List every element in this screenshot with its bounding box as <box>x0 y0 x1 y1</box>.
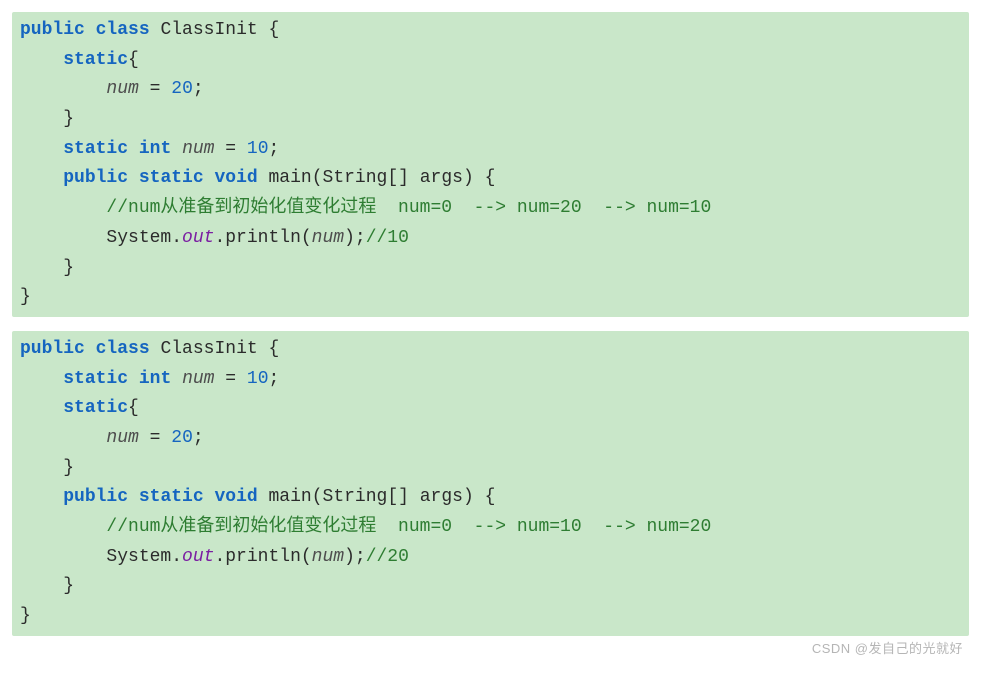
keyword: static <box>139 487 204 507</box>
number: 20 <box>171 79 193 99</box>
brace: } <box>63 458 74 478</box>
number: 20 <box>171 428 193 448</box>
op: = <box>225 139 236 159</box>
class-name: ClassInit <box>160 339 257 359</box>
op: = <box>150 79 161 99</box>
call: .println( <box>214 228 311 248</box>
semi: ; <box>193 428 204 448</box>
comment: //10 <box>366 228 409 248</box>
semi: ; <box>193 79 204 99</box>
brace: { <box>128 398 139 418</box>
params: (String[] args) <box>312 168 474 188</box>
keyword: static <box>63 139 128 159</box>
code-block-2: public class ClassInit { static int num … <box>12 331 969 636</box>
keyword: public <box>63 168 128 188</box>
semi: ; <box>269 369 280 389</box>
params: (String[] args) <box>312 487 474 507</box>
op: = <box>150 428 161 448</box>
keyword: public <box>20 20 85 40</box>
brace: } <box>20 606 31 626</box>
brace: { <box>485 168 496 188</box>
keyword: static <box>63 369 128 389</box>
comment: //num从准备到初始化值变化过程 num=0 --> num=10 --> n… <box>106 517 711 537</box>
field: out <box>182 228 214 248</box>
op: = <box>225 369 236 389</box>
method-name: main <box>269 168 312 188</box>
field: out <box>182 547 214 567</box>
code-block-1: public class ClassInit { static{ num = 2… <box>12 12 969 317</box>
keyword: int <box>139 369 171 389</box>
keyword: void <box>214 168 257 188</box>
brace: { <box>128 50 139 70</box>
watermark: CSDN @发自己的光就好 <box>812 638 963 659</box>
brace: } <box>63 576 74 596</box>
method-name: main <box>269 487 312 507</box>
brace: } <box>63 258 74 278</box>
call-end: ); <box>344 228 366 248</box>
brace: { <box>268 339 279 359</box>
keyword: class <box>96 20 150 40</box>
keyword: static <box>63 50 128 70</box>
keyword: static <box>139 168 204 188</box>
keyword: int <box>139 139 171 159</box>
comment: //num从准备到初始化值变化过程 num=0 --> num=20 --> n… <box>106 198 711 218</box>
identifier: num <box>106 428 138 448</box>
keyword: void <box>214 487 257 507</box>
identifier: num <box>312 547 344 567</box>
call: System. <box>106 547 182 567</box>
keyword: public <box>63 487 128 507</box>
keyword: class <box>96 339 150 359</box>
keyword: public <box>20 339 85 359</box>
number: 10 <box>247 139 269 159</box>
number: 10 <box>247 369 269 389</box>
class-name: ClassInit <box>160 20 257 40</box>
identifier: num <box>106 79 138 99</box>
identifier: num <box>182 369 214 389</box>
call: .println( <box>214 547 311 567</box>
brace: } <box>63 109 74 129</box>
identifier: num <box>182 139 214 159</box>
brace: { <box>268 20 279 40</box>
keyword: static <box>63 398 128 418</box>
call: System. <box>106 228 182 248</box>
brace: { <box>485 487 496 507</box>
identifier: num <box>312 228 344 248</box>
call-end: ); <box>344 547 366 567</box>
comment: //20 <box>366 547 409 567</box>
semi: ; <box>269 139 280 159</box>
brace: } <box>20 287 31 307</box>
